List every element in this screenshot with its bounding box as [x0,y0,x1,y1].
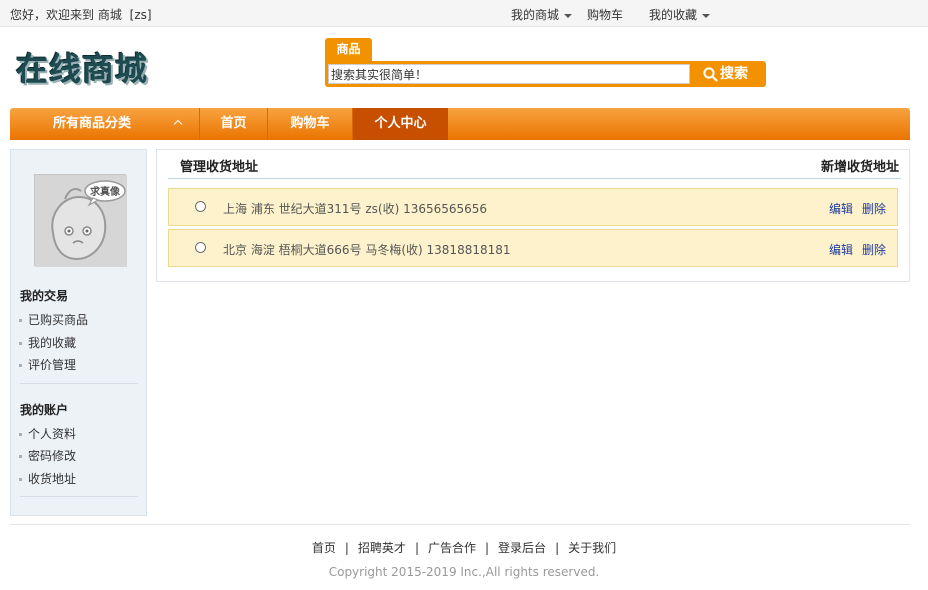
footer-link-careers[interactable]: 招聘英才 [358,541,406,555]
site-logo[interactable]: 在线商城 [16,44,148,90]
footer-link-admin[interactable]: 登录后台 [498,541,546,555]
avatar-cartoon-icon: 求真像 [35,175,127,267]
cart-link[interactable]: 购物车 [587,6,623,23]
account-section-title: 我的账户 [20,403,69,417]
sidebar-item-label: 收货地址 [28,472,77,486]
bullet-icon [19,364,22,367]
footer-link-home[interactable]: 首页 [312,541,336,555]
sidebar-item-address[interactable]: 收货地址 [19,470,76,487]
top-bar: 您好，欢迎来到 商城 [zs] 我的商城 购物车 我的收藏 [0,0,928,27]
search-button[interactable]: 搜索 [695,61,766,87]
sidebar-item-label: 我的收藏 [28,336,77,350]
address-radio[interactable] [195,201,206,212]
caret-down-icon [564,13,573,18]
sidebar-item-label: 评价管理 [28,358,77,372]
footer-divider [10,524,910,525]
nav-item-user-center[interactable]: 个人中心 [353,108,448,140]
all-categories-label: 所有商品分类 [53,116,132,131]
delete-address-link[interactable]: 删除 [862,241,886,258]
search-input[interactable] [328,64,690,84]
page-title: 管理收货地址 [180,160,259,175]
sidebar-item-password[interactable]: 密码修改 [19,447,76,464]
sidebar-item-profile[interactable]: 个人资料 [19,425,76,442]
search-bar: 搜索 [325,61,766,87]
search-icon [703,67,718,82]
address-text: 北京 海淀 梧桐大道666号 马冬梅(收) 13818818181 [223,243,511,257]
copyright: Copyright 2015-2019 Inc.,All rights rese… [328,565,600,579]
footer-link-ads[interactable]: 广告合作 [428,541,476,555]
favorites-label: 我的收藏 [649,8,698,22]
nav-item-home[interactable]: 首页 [200,108,267,140]
chevron-up-icon [173,119,183,129]
footer-separator: | [555,541,560,555]
nav-item-cart[interactable]: 购物车 [268,108,352,140]
search-button-label: 搜索 [720,66,748,82]
greeting: 您好，欢迎来到 商城 [zs] [10,6,156,23]
bullet-icon [19,455,22,458]
add-address-button[interactable]: 新增收货地址 [821,156,899,175]
footer-links: 首页 | 招聘英才 | 广告合作 | 登录后台 | 关于我们 [0,539,928,556]
sidebar-item-favorites[interactable]: 我的收藏 [19,334,76,351]
my-mall-label: 我的商城 [511,8,560,22]
edit-address-link[interactable]: 编辑 [829,241,853,258]
footer-separator: | [344,541,349,555]
greeting-text: 您好，欢迎来到 商城 [10,8,122,22]
address-row: 北京 海淀 梧桐大道666号 马冬梅(收) 13818818181 编辑 删除 [168,229,898,267]
search-tab-products[interactable]: 商品 [325,38,372,61]
footer-separator: | [485,541,490,555]
bullet-icon [19,478,22,481]
avatar-bubble-text: 求真像 [90,185,121,198]
trade-section-title: 我的交易 [20,289,69,303]
bullet-icon [19,319,22,322]
footer-link-about[interactable]: 关于我们 [568,541,616,555]
address-row: 上海 浦东 世纪大道311号 zs(收) 13656565656 编辑 删除 [168,188,898,226]
edit-address-link[interactable]: 编辑 [829,200,853,217]
sidebar-item-label: 已购买商品 [28,313,89,327]
favorites-menu[interactable]: 我的收藏 [649,6,711,23]
sidebar-item-reviews[interactable]: 评价管理 [19,356,76,373]
address-panel: 管理收货地址 新增收货地址 上海 浦东 世纪大道311号 zs(收) 13656… [156,149,910,282]
cart-label: 购物车 [587,8,624,22]
sidebar-divider [20,496,138,497]
bullet-icon [19,433,22,436]
address-radio[interactable] [195,242,206,253]
address-text: 上海 浦东 世纪大道311号 zs(收) 13656565656 [223,202,488,216]
footer-separator: | [414,541,419,555]
all-categories-menu[interactable]: 所有商品分类 [10,108,199,140]
caret-down-icon [702,13,711,18]
main-nav: 所有商品分类 首页 购物车 个人中心 [10,108,910,140]
bullet-icon [19,342,22,345]
sidebar-item-label: 个人资料 [28,427,77,441]
user-sidebar: 求真像 我的交易 已购买商品 我的收藏 评价管理 我的账户 个人资料 密码修改 … [10,149,147,516]
sidebar-divider [20,383,138,384]
sidebar-item-purchased[interactable]: 已购买商品 [19,311,88,328]
my-mall-menu[interactable]: 我的商城 [511,6,573,23]
avatar[interactable]: 求真像 [34,174,127,267]
username: [zs] [129,8,152,22]
sidebar-item-label: 密码修改 [28,449,77,463]
delete-address-link[interactable]: 删除 [862,200,886,217]
title-divider [168,178,901,179]
